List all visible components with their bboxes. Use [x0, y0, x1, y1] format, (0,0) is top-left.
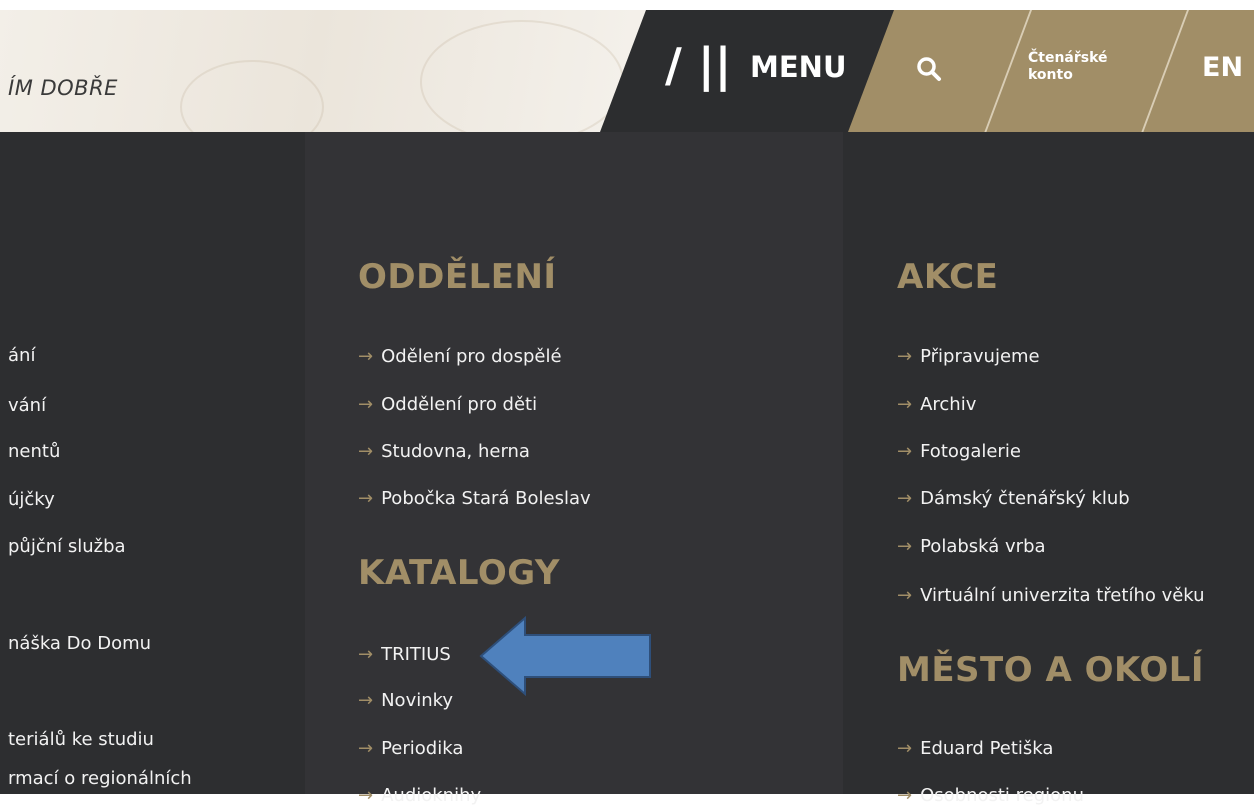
city-link[interactable]: → Osobnosti regionu — [897, 787, 1084, 805]
events-heading: AKCE — [897, 257, 999, 297]
left-menu-link[interactable]: vání — [8, 397, 46, 415]
menu-column-left: ání vání nentů újčky půjční služba náška… — [0, 132, 305, 794]
arrow-icon: → — [358, 346, 374, 367]
arrow-icon: → — [358, 690, 374, 711]
menu-column-right: AKCE → Připravujeme → Archiv → Fotogalerie … — [843, 132, 1254, 805]
arrow-icon: → — [358, 785, 374, 806]
catalog-link[interactable]: → Audioknihy — [358, 787, 481, 805]
left-menu-link[interactable]: ání — [8, 347, 35, 365]
department-link[interactable]: → Studovna, herna — [358, 443, 530, 461]
search-icon[interactable] — [916, 56, 942, 82]
arrow-icon: → — [358, 488, 374, 509]
top-strip — [0, 0, 1254, 10]
menu-icon[interactable]: / || — [665, 42, 731, 88]
arrow-icon: → — [897, 346, 913, 367]
arrow-icon: → — [358, 644, 374, 665]
arrow-icon: → — [358, 738, 374, 759]
arrow-icon: → — [897, 488, 913, 509]
arrow-icon: → — [358, 394, 374, 415]
header-banner-image: ÍM DOBŘE — [0, 0, 700, 132]
catalogs-heading: KATALOGY — [358, 553, 561, 593]
department-link[interactable]: → Oddělení pro děti — [358, 396, 537, 414]
catalog-link[interactable]: → Novinky — [358, 692, 453, 710]
left-menu-link[interactable]: újčky — [8, 491, 55, 509]
event-link[interactable]: → Archiv — [897, 396, 976, 414]
arrow-icon: → — [897, 394, 913, 415]
arrow-icon: → — [897, 536, 913, 557]
left-menu-link[interactable]: náška Do Domu — [8, 635, 151, 653]
department-link[interactable]: → Odělení pro dospělé — [358, 348, 562, 366]
site-tagline: ÍM DOBŘE — [8, 76, 118, 100]
menu-button[interactable]: MENU — [750, 53, 847, 82]
site-header: ÍM DOBŘE / || MENU Čtenářské konto EN — [0, 0, 1254, 132]
reader-account-label: Čtenářské — [1028, 50, 1108, 66]
left-menu-link[interactable]: rmací o regionálních — [8, 770, 192, 788]
reader-account-label: konto — [1028, 67, 1073, 83]
left-menu-link[interactable]: nentů — [8, 443, 60, 461]
event-link[interactable]: → Připravujeme — [897, 348, 1040, 366]
arrow-icon: → — [897, 738, 913, 759]
banner-decoration — [180, 60, 324, 132]
reader-account-link[interactable]: Čtenářské konto — [1028, 50, 1108, 84]
event-link[interactable]: → Polabská vrba — [897, 538, 1046, 556]
catalog-link-tritius[interactable]: → TRITIUS — [358, 646, 451, 664]
event-link[interactable]: → Virtuální univerzita třetího věku — [897, 587, 1205, 605]
arrow-icon: → — [897, 441, 913, 462]
arrow-icon: → — [897, 785, 913, 806]
event-link[interactable]: → Fotogalerie — [897, 443, 1021, 461]
annotation-arrow-icon — [479, 615, 651, 697]
language-switch[interactable]: EN — [1202, 54, 1243, 81]
city-link[interactable]: → Eduard Petiška — [897, 740, 1053, 758]
departments-heading: ODDĚLENÍ — [358, 257, 557, 297]
arrow-icon: → — [358, 441, 374, 462]
catalog-link[interactable]: → Periodika — [358, 740, 463, 758]
event-link[interactable]: → Dámský čtenářský klub — [897, 490, 1130, 508]
city-heading: MĚSTO A OKOLÍ — [897, 650, 1205, 690]
department-link[interactable]: → Pobočka Stará Boleslav — [358, 490, 591, 508]
left-menu-link[interactable]: půjční služba — [8, 538, 126, 556]
banner-decoration — [420, 20, 624, 132]
arrow-icon: → — [897, 585, 913, 606]
left-menu-link[interactable]: teriálů ke studiu — [8, 731, 154, 749]
